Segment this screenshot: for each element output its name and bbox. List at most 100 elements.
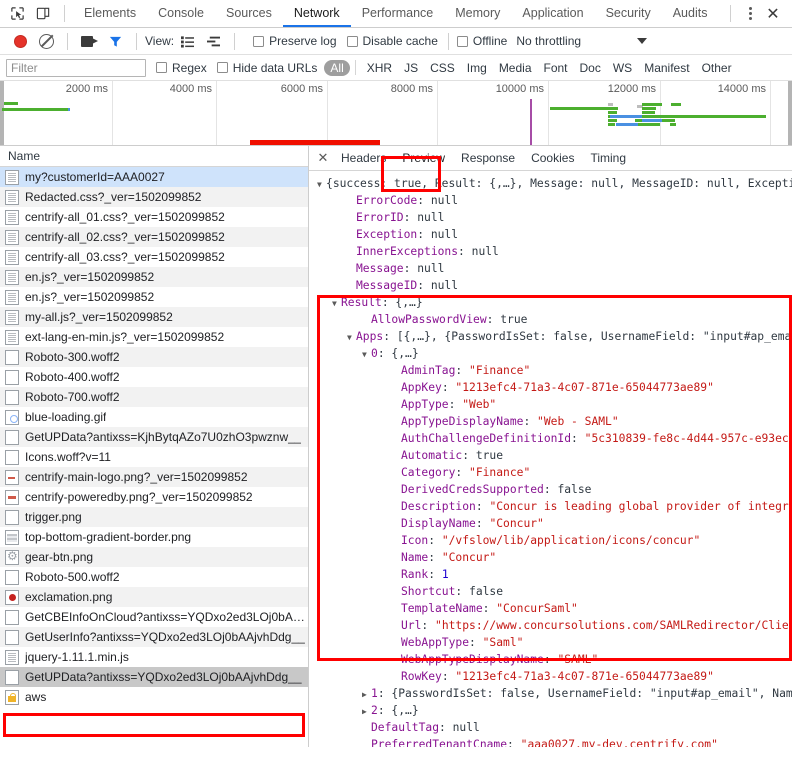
json-line[interactable]: Name: "Concur" [311, 549, 792, 566]
request-row[interactable]: Roboto-400.woff2 [0, 367, 308, 387]
hide-data-urls-checkbox[interactable]: Hide data URLs [216, 61, 317, 75]
request-row[interactable]: my-all.js?_ver=1502099852 [0, 307, 308, 327]
filter-type-ws[interactable]: WS [607, 60, 638, 76]
throttling-select[interactable]: No throttling [516, 34, 581, 48]
json-line[interactable]: {success: true, Result: {,…}, Message: n… [311, 175, 792, 192]
request-row[interactable]: aws [0, 687, 308, 707]
detail-tab-headers[interactable]: Headers [333, 146, 394, 170]
tab-console[interactable]: Console [147, 0, 215, 27]
json-line[interactable]: Message: null [311, 260, 792, 277]
json-line[interactable]: Category: "Finance" [311, 464, 792, 481]
json-line[interactable]: AppKey: "1213efc4-71a3-4c07-871e-6504477… [311, 379, 792, 396]
filter-type-doc[interactable]: Doc [574, 60, 607, 76]
json-line[interactable]: Url: "https://www.concursolutions.com/SA… [311, 617, 792, 634]
request-row[interactable]: Roboto-500.woff2 [0, 567, 308, 587]
detail-tab-timing[interactable]: Timing [582, 146, 634, 170]
request-row[interactable]: Icons.woff?v=11 [0, 447, 308, 467]
request-row[interactable]: my?customerId=AAA0027 [0, 167, 308, 187]
filter-type-xhr[interactable]: XHR [361, 60, 398, 76]
tab-audits[interactable]: Audits [662, 0, 719, 27]
json-line[interactable]: Description: "Concur is leading global p… [311, 498, 792, 515]
view-waterfall-icon[interactable] [200, 28, 226, 54]
detail-tab-response[interactable]: Response [453, 146, 523, 170]
request-row[interactable]: gear-btn.png [0, 547, 308, 567]
json-line[interactable]: MessageID: null [311, 277, 792, 294]
chevron-down-icon[interactable] [637, 38, 648, 44]
json-line[interactable]: AppType: "Web" [311, 396, 792, 413]
request-row[interactable]: en.js?_ver=1502099852 [0, 287, 308, 307]
overview-left-handle[interactable] [0, 81, 4, 145]
request-list[interactable]: my?customerId=AAA0027 Redacted.css?_ver=1… [0, 167, 308, 747]
tab-elements[interactable]: Elements [73, 0, 147, 27]
expanded-arrow-icon[interactable] [332, 294, 341, 311]
expanded-arrow-icon[interactable] [317, 175, 326, 192]
inspect-element-icon[interactable] [4, 1, 30, 27]
json-line[interactable]: PreferredTenantCname: "aaa0027.my-dev.ce… [311, 736, 792, 747]
detail-tab-cookies[interactable]: Cookies [523, 146, 582, 170]
request-row[interactable]: centrify-main-logo.png?_ver=1502099852 [0, 467, 308, 487]
request-row[interactable]: jquery-1.11.1.min.js [0, 647, 308, 667]
filter-type-manifest[interactable]: Manifest [638, 60, 695, 76]
request-row[interactable]: trigger.png [0, 507, 308, 527]
request-row[interactable]: centrify-all_02.css?_ver=1502099852 [0, 227, 308, 247]
json-line[interactable]: Shortcut: false [311, 583, 792, 600]
json-line[interactable]: Result: {,…} [311, 294, 792, 311]
request-row[interactable]: Roboto-300.woff2 [0, 347, 308, 367]
json-line[interactable]: InnerExceptions: null [311, 243, 792, 260]
request-row[interactable]: ext-lang-en-min.js?_ver=1502099852 [0, 327, 308, 347]
offline-checkbox[interactable]: Offline [456, 34, 507, 48]
json-line[interactable]: AdminTag: "Finance" [311, 362, 792, 379]
tab-security[interactable]: Security [595, 0, 662, 27]
filter-type-font[interactable]: Font [538, 60, 574, 76]
json-line[interactable]: WebAppType: "Saml" [311, 634, 792, 651]
json-line[interactable]: DefaultTag: null [311, 719, 792, 736]
json-line[interactable]: RowKey: "1213efc4-71a3-4c07-871e-6504477… [311, 668, 792, 685]
disable-cache-checkbox[interactable]: Disable cache [346, 34, 438, 48]
close-detail-icon[interactable]: ✕ [313, 148, 333, 168]
regex-checkbox[interactable]: Regex [156, 61, 207, 75]
request-row[interactable]: en.js?_ver=1502099852 [0, 267, 308, 287]
json-line[interactable]: DisplayName: "Concur" [311, 515, 792, 532]
request-row[interactable]: centrify-all_03.css?_ver=1502099852 [0, 247, 308, 267]
json-line[interactable]: 1: {PasswordIsSet: false, UsernameField:… [311, 685, 792, 702]
request-row[interactable]: Redacted.css?_ver=1502099852 [0, 187, 308, 207]
expanded-arrow-icon[interactable] [347, 328, 356, 345]
detail-tab-preview[interactable]: Preview [394, 146, 453, 170]
filter-type-other[interactable]: Other [696, 60, 738, 76]
tab-application[interactable]: Application [511, 0, 594, 27]
json-line[interactable]: Automatic: true [311, 447, 792, 464]
request-row[interactable]: GetUPData?antixss=YQDxo2ed3LOj0bAAjvhDdg… [0, 667, 308, 687]
json-line[interactable]: 2: {,…} [311, 702, 792, 719]
clear-button[interactable] [33, 28, 59, 54]
request-row[interactable]: GetCBEInfoOnCloud?antixss=YQDxo2ed3LOj0b… [0, 607, 308, 627]
filter-icon[interactable] [102, 28, 128, 54]
view-list-icon[interactable] [174, 28, 200, 54]
request-row[interactable]: top-bottom-gradient-border.png [0, 527, 308, 547]
request-row[interactable]: GetUPData?antixss=KjhBytqAZo7U0zhO3pwznw… [0, 427, 308, 447]
request-row[interactable]: centrify-poweredby.png?_ver=1502099852 [0, 487, 308, 507]
capture-screenshots-icon[interactable] [76, 28, 102, 54]
json-line[interactable]: DerivedCredsSupported: false [311, 481, 792, 498]
request-row[interactable]: GetUserInfo?antixss=YQDxo2ed3LOj0bAAjvhD… [0, 627, 308, 647]
tab-network[interactable]: Network [283, 0, 351, 27]
tab-performance[interactable]: Performance [351, 0, 445, 27]
filter-type-media[interactable]: Media [493, 60, 538, 76]
filter-type-js[interactable]: JS [398, 60, 424, 76]
close-icon[interactable]: ✕ [761, 2, 785, 26]
json-line[interactable]: AllowPasswordView: true [311, 311, 792, 328]
request-row[interactable]: centrify-all_01.css?_ver=1502099852 [0, 207, 308, 227]
filter-type-img[interactable]: Img [461, 60, 493, 76]
filter-type-css[interactable]: CSS [424, 60, 461, 76]
request-row[interactable]: exclamation.png [0, 587, 308, 607]
request-row[interactable]: blue-loading.gif [0, 407, 308, 427]
json-line[interactable]: ErrorCode: null [311, 192, 792, 209]
tab-memory[interactable]: Memory [444, 0, 511, 27]
json-line[interactable]: Apps: [{,…}, {PasswordIsSet: false, User… [311, 328, 792, 345]
json-line[interactable]: ErrorID: null [311, 209, 792, 226]
expanded-arrow-icon[interactable] [362, 345, 371, 362]
overview-right-handle[interactable] [788, 81, 792, 145]
json-line[interactable]: AuthChallengeDefinitionId: "5c310839-fe8… [311, 430, 792, 447]
json-line[interactable]: Rank: 1 [311, 566, 792, 583]
json-line[interactable]: WebAppTypeDisplayName: "SAML" [311, 651, 792, 668]
preserve-log-checkbox[interactable]: Preserve log [253, 34, 337, 48]
